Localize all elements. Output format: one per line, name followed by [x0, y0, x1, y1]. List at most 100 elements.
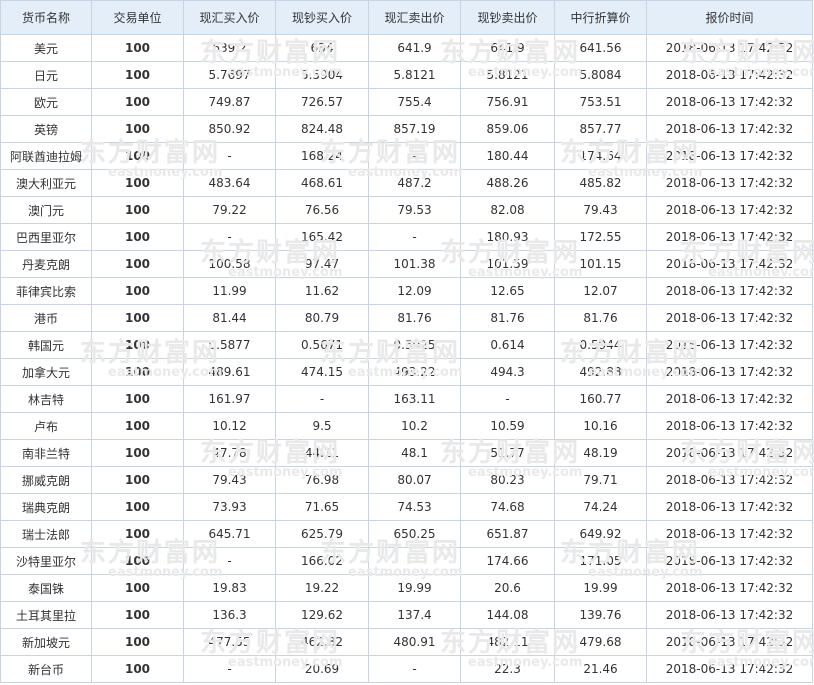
spot-buy-cell: 645.71 — [183, 520, 276, 548]
quote-time-cell: 2018-06-13 17:42:32 — [646, 115, 813, 143]
currency-name-cell: 丹麦克朗 — [0, 250, 92, 278]
boc-rate-cell: 174.64 — [554, 142, 647, 170]
table-row: 土耳其里拉 100 136.3 129.62 137.4 144.08 139.76 2018… — [0, 601, 813, 629]
currency-name-cell: 澳门元 — [0, 196, 92, 224]
spot-buy-cell: 136.3 — [183, 601, 276, 629]
spot-sell-cell: 755.4 — [368, 88, 461, 116]
boc-rate-cell: 21.46 — [554, 655, 647, 683]
spot-buy-cell: - — [183, 223, 276, 251]
header-spot-buy[interactable]: 现汇买入价 — [183, 0, 276, 35]
table-row: 卢布 100 10.12 9.5 10.2 10.59 10.16 2018-06-13 17… — [0, 412, 813, 440]
quote-time-cell: 2018-06-13 17:42:32 — [646, 574, 813, 602]
trade-unit-cell: 100 — [91, 412, 184, 440]
boc-rate-cell: 492.88 — [554, 358, 647, 386]
cash-sell-cell: 756.91 — [460, 88, 555, 116]
boc-rate-cell: 641.56 — [554, 34, 647, 62]
boc-rate-cell: 81.76 — [554, 304, 647, 332]
boc-rate-cell: 160.77 — [554, 385, 647, 413]
spot-sell-cell: - — [368, 142, 461, 170]
trade-unit-cell: 100 — [91, 61, 184, 89]
boc-rate-cell: 101.15 — [554, 250, 647, 278]
trade-unit-cell: 100 — [91, 466, 184, 494]
trade-unit-cell: 100 — [91, 628, 184, 656]
cash-buy-cell: 474.15 — [275, 358, 369, 386]
cash-buy-cell: 824.48 — [275, 115, 369, 143]
table-row: 新加坡元 100 477.55 462.82 480.91 482.11 479.68 201… — [0, 628, 813, 656]
cash-sell-cell: 174.66 — [460, 547, 555, 575]
header-quote-time[interactable]: 报价时间 — [646, 0, 813, 35]
table-row: 沙特里亚尔 100-166.02-174.66 171.05 2018-06-13 1… — [0, 547, 813, 575]
quote-time-cell: 2018-06-13 17:42:32 — [646, 412, 813, 440]
cash-sell-cell: 180.44 — [460, 142, 555, 170]
cash-buy-cell: 9.5 — [275, 412, 369, 440]
exchange-rate-table: 货币名称 交易单位 现汇买入价 现钞买入价 现汇卖出价 现钞卖出价 中行折算价 … — [0, 0, 813, 683]
currency-name-cell: 欧元 — [0, 88, 92, 116]
cash-sell-cell: 494.3 — [460, 358, 555, 386]
boc-rate-cell: 139.76 — [554, 601, 647, 629]
cash-buy-cell: 97.47 — [275, 250, 369, 278]
currency-name-cell: 港币 — [0, 304, 92, 332]
spot-sell-cell: 48.1 — [368, 439, 461, 467]
boc-rate-cell: 485.82 — [554, 169, 647, 197]
quote-time-cell: 2018-06-13 17:42:32 — [646, 439, 813, 467]
cash-buy-cell: 625.79 — [275, 520, 369, 548]
boc-rate-cell: 74.24 — [554, 493, 647, 521]
boc-rate-cell: 0.5944 — [554, 331, 647, 359]
cash-buy-cell: 165.42 — [275, 223, 369, 251]
spot-sell-cell: 5.8121 — [368, 61, 461, 89]
spot-sell-cell: 79.53 — [368, 196, 461, 224]
spot-buy-cell: 5.7697 — [183, 61, 276, 89]
table-row: 菲律宾比索 100 11.99 11.62 12.09 12.65 12.07 2018-06… — [0, 277, 813, 305]
boc-rate-cell: 857.77 — [554, 115, 647, 143]
spot-sell-cell: 0.5925 — [368, 331, 461, 359]
cash-buy-cell: 20.69 — [275, 655, 369, 683]
spot-buy-cell: 100.58 — [183, 250, 276, 278]
currency-name-cell: 沙特里亚尔 — [0, 547, 92, 575]
table-row: 英镑 100 850.92 824.48 857.19 859.06 857.77 2018-… — [0, 115, 813, 143]
header-boc-rate[interactable]: 中行折算价 — [554, 0, 647, 35]
spot-buy-cell: 79.43 — [183, 466, 276, 494]
spot-sell-cell: - — [368, 547, 461, 575]
table-row: 南非兰特 100 47.78 44.11 48.1 51.77 48.19 2018-06-1… — [0, 439, 813, 467]
header-cash-sell[interactable]: 现钞卖出价 — [460, 0, 555, 35]
spot-sell-cell: 493.22 — [368, 358, 461, 386]
currency-name-cell: 挪威克朗 — [0, 466, 92, 494]
table-row: 瑞典克朗 100 73.93 71.65 74.53 74.68 74.24 2018-06-… — [0, 493, 813, 521]
boc-rate-cell: 79.71 — [554, 466, 647, 494]
cash-sell-cell: - — [460, 385, 555, 413]
spot-buy-cell: 483.64 — [183, 169, 276, 197]
trade-unit-cell: 100 — [91, 88, 184, 116]
table-row: 新台币 100-20.69-22.3 21.46 2018-06-13 17:42:3… — [0, 655, 813, 683]
spot-sell-cell: 857.19 — [368, 115, 461, 143]
cash-buy-cell: 0.5671 — [275, 331, 369, 359]
table-header-row: 货币名称 交易单位 现汇买入价 现钞买入价 现汇卖出价 现钞卖出价 中行折算价 … — [0, 0, 813, 35]
header-cash-buy[interactable]: 现钞买入价 — [275, 0, 369, 35]
spot-buy-cell: 10.12 — [183, 412, 276, 440]
header-spot-sell[interactable]: 现汇卖出价 — [368, 0, 461, 35]
cash-sell-cell: 5.8121 — [460, 61, 555, 89]
table-row: 丹麦克朗 100 100.58 97.47 101.38 101.59 101.15 2018… — [0, 250, 813, 278]
quote-time-cell: 2018-06-13 17:42:32 — [646, 520, 813, 548]
boc-rate-cell: 753.51 — [554, 88, 647, 116]
table-row: 林吉特 100 161.97-163.11-160.77 2018-06-13 17:… — [0, 385, 813, 413]
boc-rate-cell: 649.92 — [554, 520, 647, 548]
cash-sell-cell: 51.77 — [460, 439, 555, 467]
trade-unit-cell: 100 — [91, 277, 184, 305]
cash-sell-cell: 10.59 — [460, 412, 555, 440]
quote-time-cell: 2018-06-13 17:42:32 — [646, 358, 813, 386]
trade-unit-cell: 100 — [91, 115, 184, 143]
trade-unit-cell: 100 — [91, 385, 184, 413]
cash-sell-cell: 82.08 — [460, 196, 555, 224]
spot-buy-cell: 11.99 — [183, 277, 276, 305]
spot-sell-cell: 487.2 — [368, 169, 461, 197]
header-trade-unit[interactable]: 交易单位 — [91, 0, 184, 35]
header-currency-name[interactable]: 货币名称 — [0, 0, 92, 35]
spot-sell-cell: 19.99 — [368, 574, 461, 602]
cash-buy-cell: 129.62 — [275, 601, 369, 629]
spot-buy-cell: 73.93 — [183, 493, 276, 521]
table-row: 加拿大元 100 489.61 474.15 493.22 494.3 492.88 2018… — [0, 358, 813, 386]
cash-sell-cell: 482.11 — [460, 628, 555, 656]
trade-unit-cell: 100 — [91, 520, 184, 548]
cash-buy-cell: 76.56 — [275, 196, 369, 224]
cash-buy-cell: 726.57 — [275, 88, 369, 116]
